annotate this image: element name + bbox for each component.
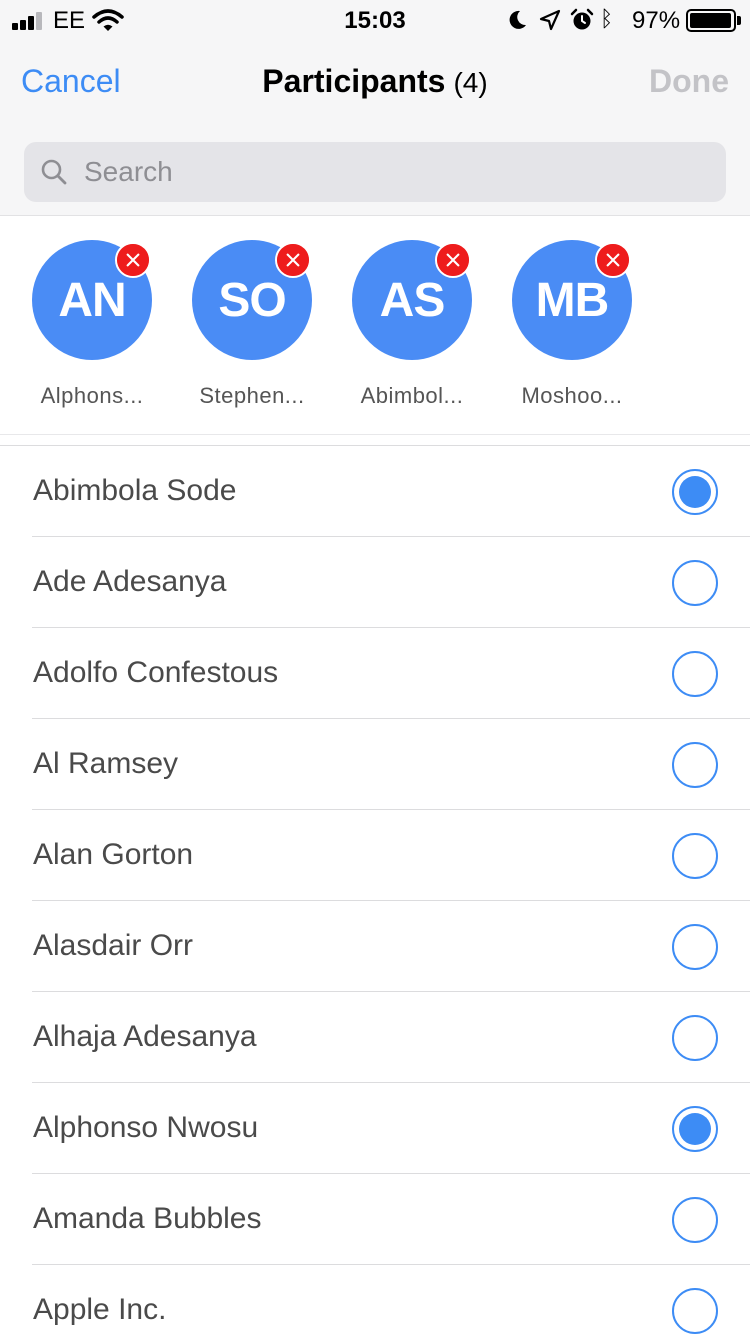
contact-name: Alphonso Nwosu bbox=[33, 1111, 259, 1144]
battery-percentage: 97% bbox=[632, 7, 681, 34]
selected-participant[interactable]: AN Alphons... bbox=[17, 240, 167, 420]
radio-unchecked-icon[interactable] bbox=[672, 651, 718, 697]
contact-name: Alhaja Adesanya bbox=[33, 1020, 257, 1053]
location-icon bbox=[539, 9, 561, 31]
selected-participant[interactable]: SO Stephen... bbox=[177, 240, 327, 420]
radio-unchecked-icon[interactable] bbox=[672, 1197, 718, 1243]
contact-row[interactable]: Ade Adesanya bbox=[32, 537, 750, 628]
bluetooth-icon: ᛒ bbox=[600, 6, 614, 31]
done-button[interactable]: Done bbox=[649, 63, 729, 100]
radio-unchecked-icon[interactable] bbox=[672, 833, 718, 879]
radio-unchecked-icon[interactable] bbox=[672, 924, 718, 970]
participant-name: Alphons... bbox=[40, 383, 144, 408]
contact-name: Apple Inc. bbox=[33, 1293, 167, 1326]
contact-row[interactable]: Al Ramsey bbox=[32, 719, 750, 810]
participant-name: Stephen... bbox=[199, 383, 305, 408]
radio-checked-icon[interactable] bbox=[672, 1106, 718, 1152]
radio-unchecked-icon[interactable] bbox=[672, 1015, 718, 1061]
radio-unchecked-icon[interactable] bbox=[672, 560, 718, 606]
contact-row[interactable]: Adolfo Confestous bbox=[32, 628, 750, 719]
header-area: EE 15:03 ᛒ 97% Cancel Participants (4) Do… bbox=[0, 0, 750, 216]
remove-participant-icon[interactable] bbox=[435, 242, 471, 278]
page-title-label: Participants bbox=[262, 63, 446, 99]
moon-icon bbox=[509, 10, 526, 29]
contact-row[interactable]: Alhaja Adesanya bbox=[32, 992, 750, 1083]
alarm-icon bbox=[570, 8, 594, 30]
contact-row[interactable]: Alan Gorton bbox=[32, 810, 750, 901]
contact-row[interactable]: Apple Inc. bbox=[32, 1265, 750, 1334]
contact-name: Abimbola Sode bbox=[33, 474, 237, 507]
radio-unchecked-icon[interactable] bbox=[672, 742, 718, 788]
selected-participant[interactable]: AS Abimbol... bbox=[337, 240, 487, 420]
search-icon bbox=[41, 159, 67, 185]
contact-row[interactable]: Alphonso Nwosu bbox=[32, 1083, 750, 1174]
battery-icon bbox=[686, 9, 736, 32]
contact-row[interactable]: Abimbola Sode bbox=[32, 446, 750, 537]
search-input[interactable] bbox=[84, 142, 704, 202]
search-bar[interactable] bbox=[24, 142, 726, 202]
contact-name: Al Ramsey bbox=[33, 747, 179, 780]
contact-name: Alasdair Orr bbox=[33, 929, 194, 962]
contact-name: Adolfo Confestous bbox=[33, 656, 279, 689]
page-title: Participants (4) bbox=[0, 63, 750, 100]
selected-participant[interactable]: MB Moshoo... bbox=[497, 240, 647, 420]
radio-unchecked-icon[interactable] bbox=[672, 1288, 718, 1334]
remove-participant-icon[interactable] bbox=[275, 242, 311, 278]
selected-participants: AN Alphons... SO Stephen... AS Abimbol... MB Mo… bbox=[0, 217, 750, 435]
contact-row[interactable]: Alasdair Orr bbox=[32, 901, 750, 992]
participant-name: Abimbol... bbox=[360, 383, 464, 408]
radio-checked-icon[interactable] bbox=[672, 469, 718, 515]
contact-row[interactable]: Amanda Bubbles bbox=[32, 1174, 750, 1265]
status-bar: EE 15:03 ᛒ 97% bbox=[0, 0, 750, 40]
participant-count: (4) bbox=[453, 67, 488, 98]
contact-name: Alan Gorton bbox=[33, 838, 194, 871]
remove-participant-icon[interactable] bbox=[595, 242, 631, 278]
contact-name: Ade Adesanya bbox=[33, 565, 227, 598]
remove-participant-icon[interactable] bbox=[115, 242, 151, 278]
participant-name: Moshoo... bbox=[521, 383, 623, 408]
contact-name: Amanda Bubbles bbox=[33, 1202, 262, 1235]
contact-list: Abimbola Sode Ade Adesanya Adolfo Confesto… bbox=[0, 445, 750, 1334]
